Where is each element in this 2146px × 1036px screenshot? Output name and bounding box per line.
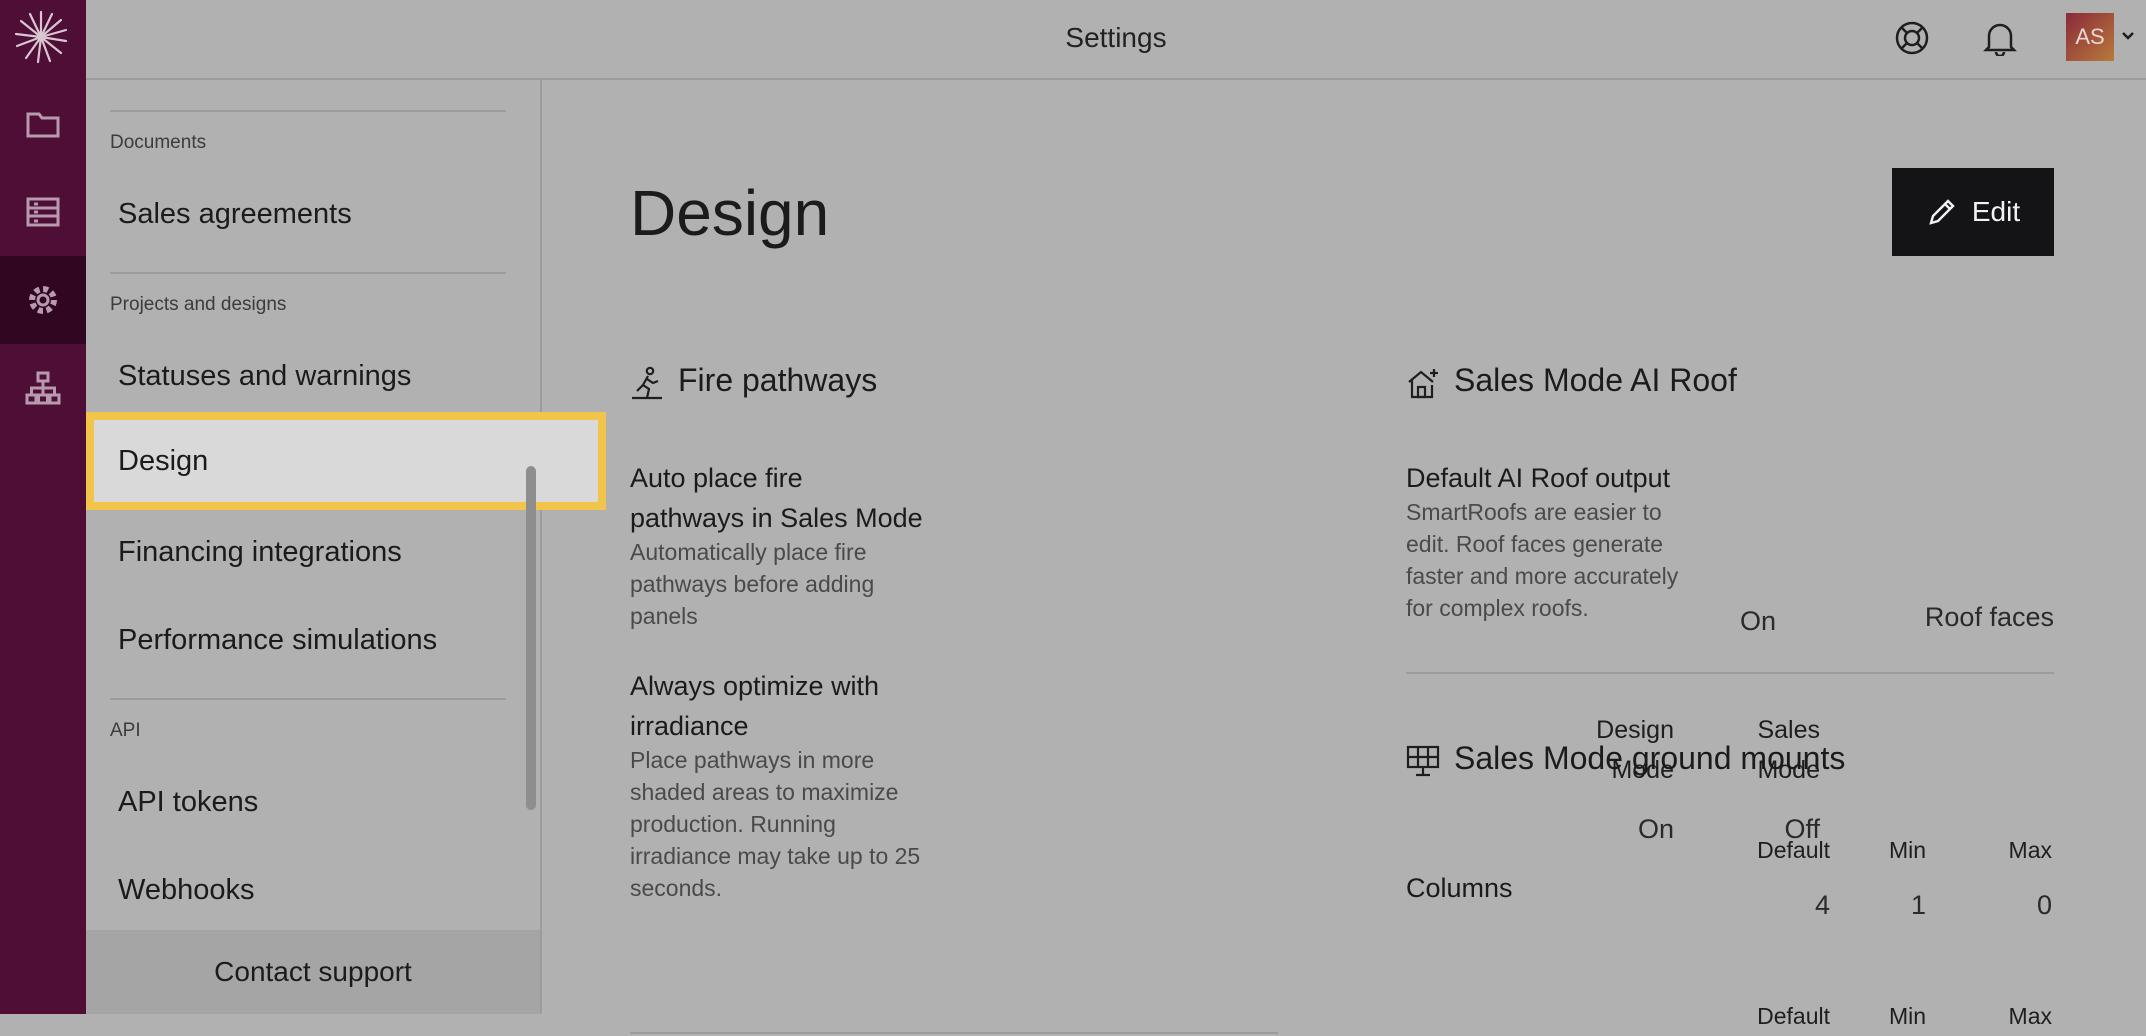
sidebar-item-label: Design [118,445,209,477]
auto-place-value: On [1740,606,1777,636]
solar-panel-icon [1406,744,1440,778]
sidebar-scrollbar[interactable] [526,466,536,810]
sidebar-item-financing-integrations[interactable]: Financing integrations [118,536,402,569]
columns-max-value: 0 [2036,890,2052,920]
column-header-max: Max [2008,837,2052,863]
setting-title-always-optimize-line1: Always optimize with [630,671,880,701]
setting-title-auto-place-line2: pathways in Sales Mode [630,503,923,533]
house-plus-icon [1406,366,1440,400]
sidebar-item-api-tokens[interactable]: API tokens [118,786,258,819]
logo-icon[interactable] [12,8,70,66]
columns-default-value: 4 [1814,890,1830,920]
group-label-documents: Documents [110,132,207,153]
setting-title-default-ai-roof-output: Default AI Roof output [1406,463,1671,493]
column-header-min: Min [1888,837,1926,863]
setting-desc-line: for complex roofs. [1406,595,1589,621]
database-icon[interactable] [0,168,86,256]
settings-gear-icon[interactable] [0,256,86,344]
setting-desc-line: panels [630,603,698,629]
setting-desc-line: seconds. [630,875,723,901]
settings-sidebar: Documents Sales agreements Projects and … [86,80,606,1014]
divider [110,698,506,700]
sidebar-item-webhooks[interactable]: Webhooks [118,874,255,907]
design-mode-value: On [1637,814,1674,844]
sidebar-item-performance-simulations[interactable]: Performance simulations [118,624,437,657]
app-rail [0,0,86,1014]
main-content: Design Edit Fire pathways Auto place fir… [542,80,2146,1034]
person-running-icon [630,366,664,400]
help-lifebuoy-icon[interactable] [1890,16,1934,60]
setting-title-always-optimize-line2: irradiance [630,711,749,741]
setting-desc-line: pathways before adding [630,571,875,597]
page-title: Design [630,177,830,249]
setting-desc-line: edit. Roof faces generate [1406,531,1663,557]
column-header-default-next-row: Default [1757,1003,1830,1029]
setting-desc-line: shaded areas to maximize [630,779,899,805]
chevron-down-icon[interactable] [2118,26,2138,46]
edit-button[interactable]: Edit [1892,168,2054,256]
page-header-title: Settings [1065,22,1167,53]
setting-desc-line: SmartRoofs are easier to [1406,499,1662,525]
column-header-min-next-row: Min [1888,1003,1926,1029]
pencil-icon [1929,199,1955,225]
setting-title-auto-place-line1: Auto place fire [630,463,803,493]
columns-min-value: 1 [1910,890,1926,920]
sidebar-item-sales-agreements[interactable]: Sales agreements [118,198,352,231]
setting-desc-line: Automatically place fire [630,539,867,565]
setting-desc-line: Place pathways in more [630,747,875,773]
section-title-fire-pathways: Fire pathways [678,362,878,398]
divider [630,1032,1278,1034]
notifications-bell-icon[interactable] [1978,16,2022,60]
user-avatar[interactable]: AS [2066,13,2114,61]
ground-mount-row-label-columns: Columns [1406,873,1513,903]
column-header-max-next-row: Max [2008,1003,2052,1029]
column-header-default: Default [1757,837,1830,863]
sidebar-item-statuses-and-warnings[interactable]: Statuses and warnings [118,360,411,393]
default-ai-roof-output-value: Roof faces [1924,602,2054,632]
divider [1406,672,2054,674]
projects-folder-icon[interactable] [0,80,86,168]
top-bar: Settings [86,0,2146,80]
section-title-sales-mode-ai-roof: Sales Mode AI Roof [1454,362,1737,398]
divider [110,110,506,112]
section-title-sales-mode-ground-mounts: Sales Mode ground mounts [1454,740,1846,776]
group-label-api: API [110,720,141,741]
org-chart-icon[interactable] [0,344,86,432]
setting-desc-line: irradiance may take up to 25 [630,843,921,869]
divider [110,272,506,274]
contact-support-button[interactable]: Contact support [86,930,540,1014]
setting-desc-line: production. Running [630,811,836,837]
edit-button-label: Edit [1971,196,2021,227]
setting-desc-line: faster and more accurately [1406,563,1679,589]
group-label-projects-and-designs: Projects and designs [110,294,287,315]
